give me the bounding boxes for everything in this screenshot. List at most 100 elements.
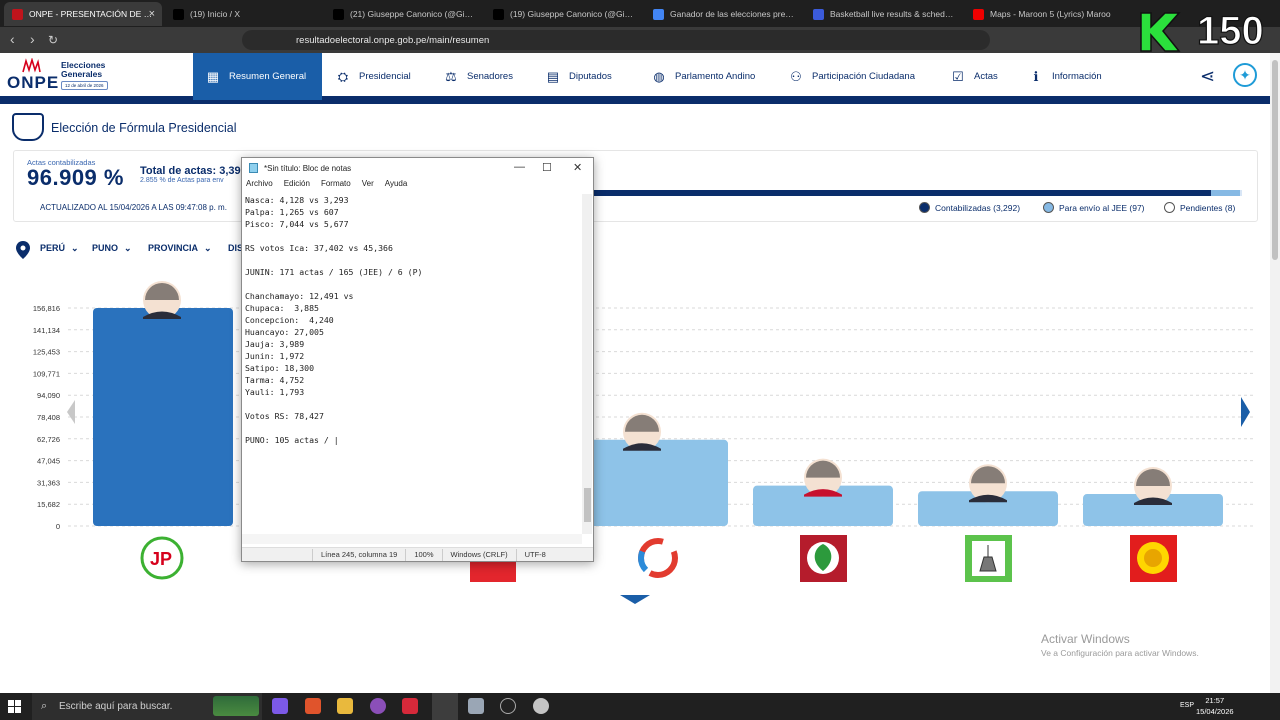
obs-icon[interactable] (500, 698, 516, 714)
nav-checklist[interactable]: ☑ Actas (950, 53, 1016, 100)
chevron-down-icon: ⌄ (204, 243, 212, 253)
status-field: Windows (CRLF) (441, 548, 516, 561)
taskbar-clock[interactable]: 21:57 15/04/2026 (1196, 695, 1234, 717)
nav-presidential-seal[interactable]: ⛭ Presidencial (335, 53, 433, 100)
notepad-menu-archivo[interactable]: Archivo (246, 179, 273, 192)
legend-swatch (919, 202, 930, 213)
calculator-icon[interactable] (468, 698, 484, 714)
maximize-button[interactable]: ☐ (542, 161, 552, 174)
juntos-por-el-peru-logo[interactable]: JP (140, 536, 184, 580)
browser-tab[interactable]: (19) Giuseppe Canonico (@Giusepp (485, 2, 643, 26)
notepad-menu-ver[interactable]: Ver (362, 179, 374, 192)
bar[interactable] (93, 308, 233, 526)
back-icon[interactable]: ‹ (10, 31, 15, 47)
notepad-menu-formato[interactable]: Formato (321, 179, 351, 192)
language-indicator[interactable]: ESP (1180, 702, 1194, 709)
congress-icon: ▤ (546, 68, 560, 84)
onpe-favicon (12, 8, 23, 20)
legend-label: Para envío al JEE (97) (1059, 202, 1145, 213)
app2-icon[interactable] (402, 698, 418, 714)
legend-item: Pendientes (8) (1164, 202, 1235, 213)
party-logo-leaf[interactable] (800, 535, 847, 582)
peru-coat-of-arms-icon (12, 113, 44, 141)
nav-globe[interactable]: ◍ Parlamento Andino (651, 53, 776, 100)
nav-senate[interactable]: ⚖ Senadores (443, 53, 533, 100)
app-icon[interactable] (370, 698, 386, 714)
nav-congress[interactable]: ▤ Diputados (545, 53, 641, 100)
total-actas: Total de actas: 3,397 (140, 165, 247, 177)
y-tick-label: 47,045 (37, 457, 60, 466)
nav-label: Diputados (569, 71, 612, 82)
browser-tab[interactable]: Ganador de las elecciones preside (645, 2, 803, 26)
tab-close-icon[interactable]: × (149, 8, 155, 20)
filter-dropdown[interactable]: PROVINCIA ⌄ (148, 243, 212, 254)
url-text: resultadoelectoral.onpe.gob.pe/main/resu… (296, 34, 490, 46)
browser-tab[interactable]: Maps - Maroon 5 (Lyrics) Maroo (965, 2, 1123, 26)
filter-dropdown[interactable]: PUNO ⌄ (92, 243, 132, 254)
nav-grid[interactable]: ▦ Resumen General (193, 53, 322, 100)
party-logo-red[interactable] (470, 562, 516, 582)
chevron-down-icon: ⌄ (71, 243, 79, 253)
browser-tab[interactable]: Basketball live results & schedule | (805, 2, 963, 26)
share-icon[interactable]: ⋖ (1200, 66, 1215, 87)
chart-prev-arrow-icon[interactable] (67, 400, 75, 424)
brave-icon[interactable] (305, 698, 321, 714)
k150-overlay-logo: 150 (1140, 9, 1264, 54)
app3-icon[interactable] (533, 698, 549, 714)
file-explorer-icon[interactable] (337, 698, 353, 714)
filter-label: PUNO (92, 243, 119, 253)
tab-label: Maps - Maroon 5 (Lyrics) Maroo (990, 9, 1111, 19)
total-actas-sub: 2.855 % de Actas para env (140, 177, 224, 184)
nav-info[interactable]: ℹ Información (1028, 53, 1128, 100)
info-icon: ℹ (1033, 68, 1039, 84)
notepad-statusbar: Línea 245, columna 19 100% Windows (CRLF) U… (242, 547, 593, 561)
y-tick-label: 0 (56, 522, 60, 531)
notepad-text-area[interactable]: Nasca: 4,128 vs 3,293 Palpa: 1,265 vs 60… (244, 194, 580, 546)
party-logo-sun[interactable] (1130, 535, 1177, 582)
nav-people[interactable]: ⚇ Participación Ciudadana (788, 53, 938, 100)
notepad-menu-ayuda[interactable]: Ayuda (385, 179, 408, 192)
nav-label: Resumen General (229, 71, 307, 82)
notepad-titlebar[interactable]: *Sin título: Bloc de notas — ☐ ✕ (242, 158, 593, 179)
forward-icon[interactable]: › (30, 31, 35, 47)
address-bar[interactable]: resultadoelectoral.onpe.gob.pe/main/resu… (242, 30, 990, 50)
y-tick-label: 109,771 (33, 369, 60, 378)
youtube-icon (973, 8, 984, 20)
copilot-icon[interactable] (272, 698, 288, 714)
accessibility-icon[interactable]: ✦ (1233, 63, 1257, 87)
browser-tab[interactable]: ONPE - PRESENTACIÓN DE RE × (4, 2, 162, 26)
candidate-photo (804, 458, 842, 497)
y-tick-label: 62,726 (37, 435, 60, 444)
legend-item: Contabilizadas (3,292) (919, 202, 1020, 213)
windows-start-icon[interactable] (8, 700, 21, 713)
notepad-window[interactable]: *Sin título: Bloc de notas — ☐ ✕ Archivo… (241, 157, 594, 562)
reload-icon[interactable]: ↻ (48, 33, 58, 47)
y-tick-label: 15,682 (37, 500, 60, 509)
minimize-button[interactable]: — (514, 161, 525, 173)
party-logo-broom[interactable] (965, 535, 1012, 582)
notepad-menu-edición[interactable]: Edición (284, 179, 310, 192)
tab-label: (21) Giuseppe Canonico (@Giusepp (350, 9, 475, 19)
x-logo-icon (493, 8, 504, 20)
filter-dropdown[interactable]: PERÚ ⌄ (40, 243, 79, 254)
chart-next-arrow-icon[interactable] (1241, 397, 1250, 427)
browser-tab[interactable]: (21) Giuseppe Canonico (@Giusepp (325, 2, 483, 26)
notepad-app-icon (249, 163, 258, 173)
page-scrollbar-thumb[interactable] (1272, 60, 1278, 260)
onpe-logo[interactable]: ONPE (7, 73, 59, 93)
party-logo-c[interactable] (638, 538, 678, 578)
bar[interactable] (588, 439, 728, 526)
notepad-scroll-thumb[interactable] (584, 488, 591, 522)
notepad-taskbar-icon[interactable] (432, 693, 458, 720)
browser-tab[interactable]: (19) Inicio / X (165, 2, 323, 26)
notepad-horizontal-scrollbar[interactable] (242, 534, 582, 544)
news-widget-icon[interactable] (213, 696, 259, 716)
notepad-vertical-scrollbar[interactable] (582, 194, 592, 534)
tab-label: (19) Inicio / X (190, 9, 241, 19)
selected-party-indicator (620, 595, 650, 604)
candidate-photo (623, 412, 661, 451)
close-button[interactable]: ✕ (573, 161, 582, 174)
status-field: Línea 245, columna 19 (312, 548, 405, 561)
grid-icon: ▦ (206, 68, 220, 84)
activate-windows-subtitle: Ve a Configuración para activar Windows. (1041, 648, 1199, 658)
